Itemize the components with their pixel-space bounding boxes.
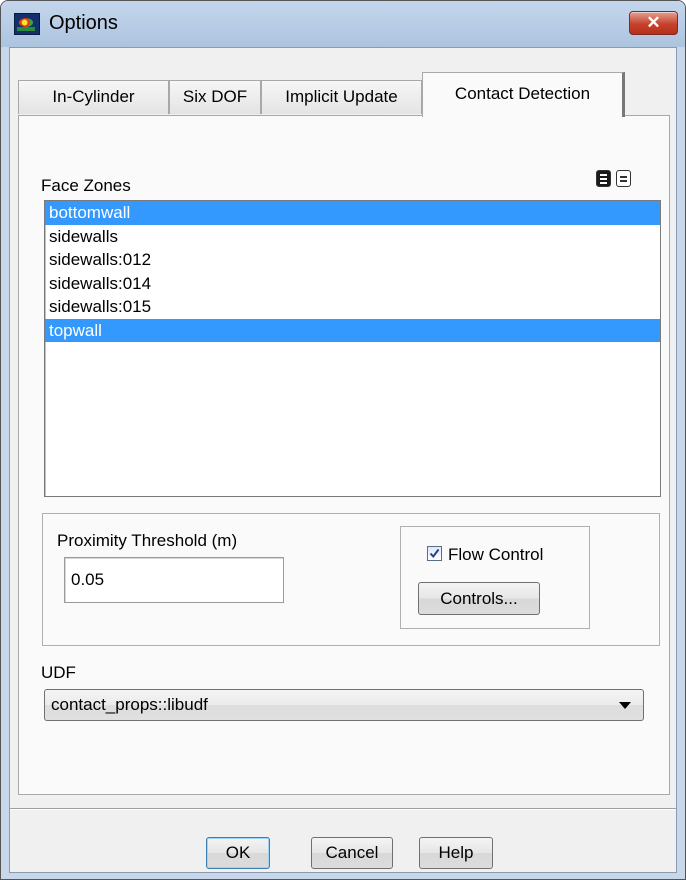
list-item[interactable]: topwall: [45, 318, 660, 342]
udf-label: UDF: [41, 663, 76, 682]
tab-six-dof[interactable]: Six DOF: [169, 80, 261, 114]
list-deselect-all-icon[interactable]: [616, 170, 631, 187]
proximity-threshold-field[interactable]: [64, 557, 284, 603]
list-item[interactable]: sidewalls:014: [45, 272, 660, 296]
cancel-button[interactable]: Cancel: [311, 837, 393, 869]
proximity-threshold-label: Proximity Threshold (m): [57, 531, 238, 550]
tab-in-cylinder[interactable]: In-Cylinder: [18, 80, 169, 114]
tab-contact-detection[interactable]: Contact Detection: [422, 72, 625, 117]
udf-selected-value: contact_props::libudf: [51, 695, 208, 714]
checkmark-icon: [429, 548, 440, 559]
chevron-down-icon: [619, 702, 631, 709]
udf-dropdown[interactable]: contact_props::libudf: [44, 689, 644, 721]
list-item[interactable]: sidewalls:015: [45, 295, 660, 319]
list-item[interactable]: bottomwall: [45, 201, 660, 225]
help-button[interactable]: Help: [419, 837, 493, 869]
title-bar[interactable]: Options ✕: [1, 1, 685, 47]
face-zones-list[interactable]: bottomwall sidewalls sidewalls:012 sidew…: [44, 200, 661, 497]
proximity-threshold-input[interactable]: [71, 570, 271, 590]
app-logo-icon: [14, 13, 40, 35]
face-zones-label: Face Zones: [41, 176, 131, 195]
ok-button[interactable]: OK: [206, 837, 270, 869]
window-title: Options: [49, 12, 118, 34]
options-window: Options ✕ In-Cylinder Six DOF Implicit U…: [0, 0, 686, 880]
flow-control-checkbox[interactable]: [427, 546, 442, 561]
close-icon: ✕: [646, 13, 661, 32]
tab-strip: In-Cylinder Six DOF Implicit Update Cont…: [10, 48, 676, 122]
tab-implicit-update[interactable]: Implicit Update: [261, 80, 422, 114]
close-button[interactable]: ✕: [629, 11, 678, 35]
footer-separator: [10, 808, 676, 810]
list-item[interactable]: sidewalls:012: [45, 248, 660, 272]
list-select-all-icon[interactable]: [596, 170, 611, 187]
dialog-body: In-Cylinder Six DOF Implicit Update Cont…: [9, 47, 677, 873]
flow-control-label: Flow Control: [448, 545, 544, 564]
list-item[interactable]: sidewalls: [45, 225, 660, 249]
controls-button[interactable]: Controls...: [418, 582, 540, 615]
